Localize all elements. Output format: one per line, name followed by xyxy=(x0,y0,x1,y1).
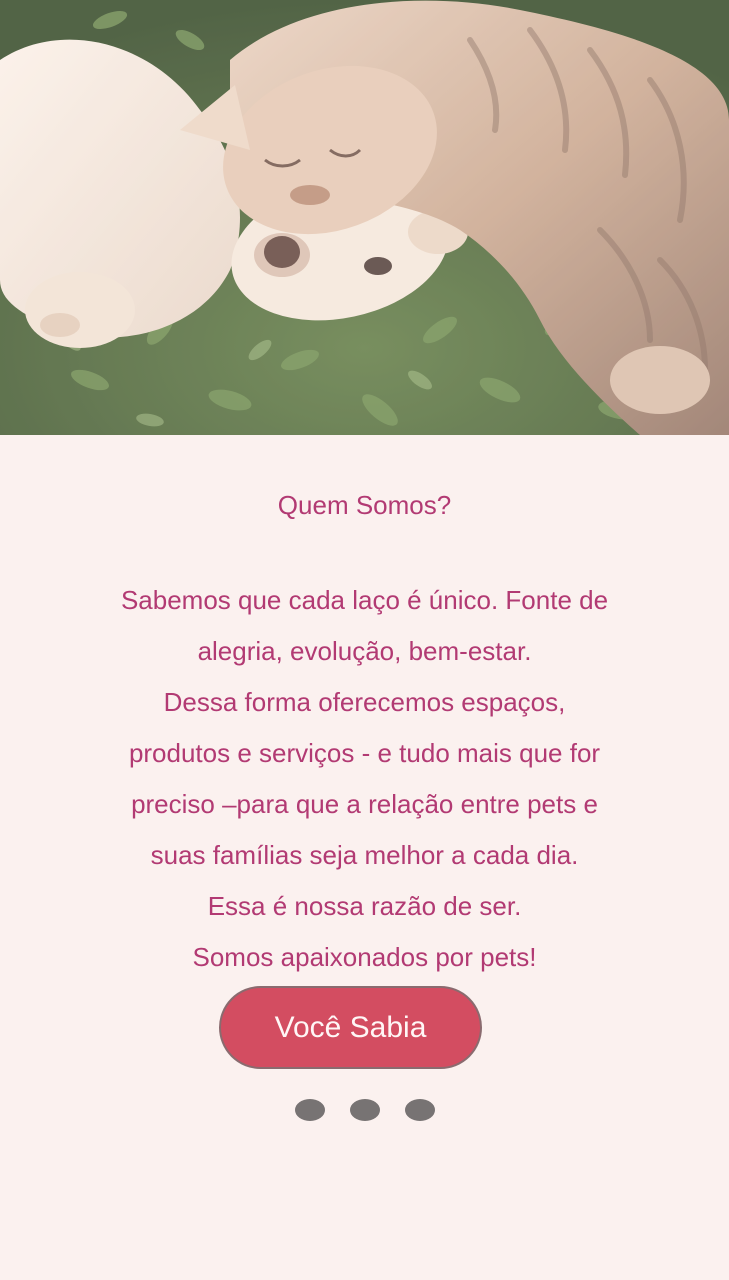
about-line: preciso –para que a relação entre pets e xyxy=(131,789,598,819)
about-line: Sabemos que cada laço é único. Fonte de xyxy=(120,585,609,615)
about-line: suas famílias seja melhor a cada dia. xyxy=(150,840,579,870)
pager-dot[interactable] xyxy=(349,1099,380,1121)
about-line: produtos e serviços - e tudo mais que fo… xyxy=(128,738,601,768)
about-line: Somos apaixonados por pets! xyxy=(192,942,537,972)
voce-sabia-button[interactable]: Você Sabia xyxy=(219,986,482,1069)
about-section: Quem Somos? Sabemos que cada laço é únic… xyxy=(0,435,729,1280)
pager-dots xyxy=(0,1099,729,1121)
pager-dot[interactable] xyxy=(404,1099,435,1121)
about-line: alegria, evolução, bem-estar. xyxy=(197,636,532,666)
about-line: Dessa forma oferecemos espaços, xyxy=(163,687,566,717)
about-paragraph: Sabemos que cada laço é único. Fonte de … xyxy=(70,575,659,983)
about-line: Essa é nossa razão de ser. xyxy=(207,891,522,921)
section-title: Quem Somos? xyxy=(277,490,452,520)
pager-dot[interactable] xyxy=(294,1099,325,1121)
pets-photo xyxy=(0,0,729,435)
hero-image xyxy=(0,0,729,435)
